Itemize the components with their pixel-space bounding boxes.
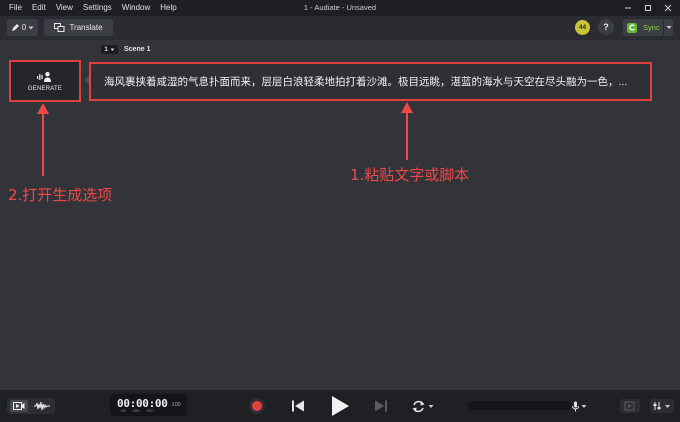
waveform-view-icon[interactable]: [32, 400, 52, 412]
loop-button[interactable]: [411, 399, 435, 413]
skip-forward-button: [374, 399, 388, 413]
play-icon: [332, 396, 349, 416]
video-export-icon: [624, 401, 635, 411]
volume-slider[interactable]: [468, 401, 571, 410]
record-button[interactable]: [249, 398, 265, 414]
chevron-down-icon: [428, 404, 434, 408]
arrow-to-generate: [37, 103, 49, 176]
arrow-to-script: [401, 102, 413, 160]
chevron-down-icon: [581, 404, 587, 408]
skip-forward-icon: [375, 400, 387, 412]
annotation-arrows: [37, 102, 413, 176]
microphone-icon: [572, 401, 579, 411]
play-button[interactable]: [330, 395, 350, 417]
skip-back-icon: [292, 400, 304, 412]
microphone-button[interactable]: [572, 399, 588, 413]
export-button: [620, 399, 640, 413]
timecode-fraction: .100: [170, 402, 181, 408]
video-view-icon[interactable]: [10, 400, 28, 412]
track-settings-button[interactable]: [650, 399, 674, 413]
timecode-units: HR MIN SEC: [121, 409, 154, 413]
paste-text-hint: 1.粘贴文字或脚本: [350, 166, 470, 184]
skip-back-button[interactable]: [291, 399, 305, 413]
loop-icon: [412, 400, 425, 412]
generate-options-hint: 2.打开生成选项: [8, 186, 113, 204]
record-icon: [252, 401, 262, 411]
timecode-display: 00:00:00 .100 HR MIN SEC: [110, 394, 187, 416]
sliders-icon: [653, 402, 670, 410]
